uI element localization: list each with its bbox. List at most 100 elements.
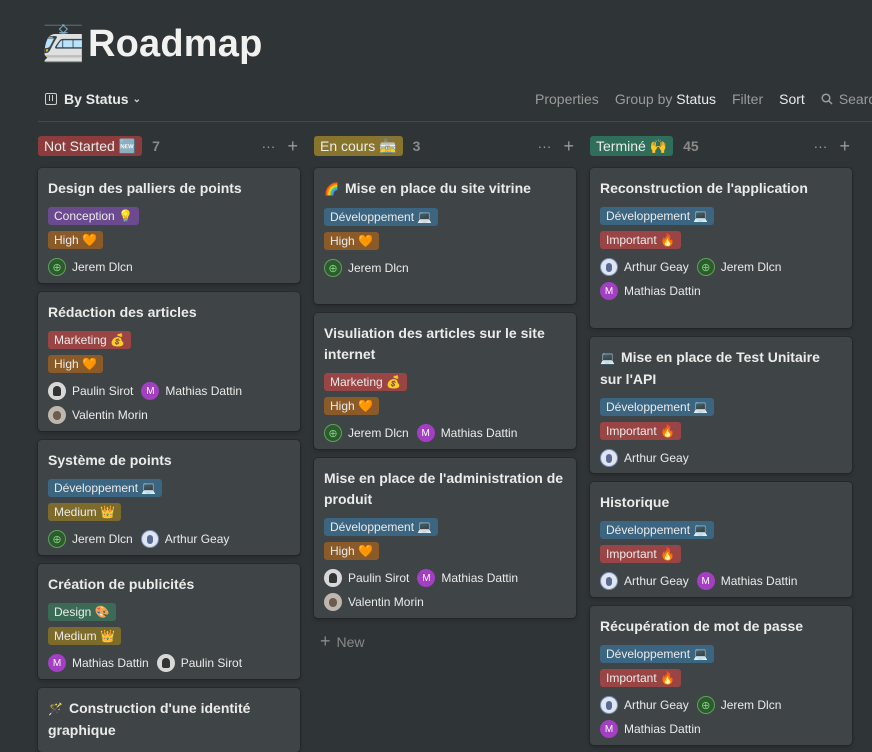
avatar: M	[417, 569, 436, 587]
assignee: M Mathias Dattin	[416, 421, 517, 445]
card-title-text: Système de points	[48, 452, 172, 468]
card[interactable]: Historique Développement 💻 Important 🔥 Arth…	[590, 482, 852, 597]
avatar: M	[600, 720, 618, 738]
card-title: Création de publicités	[48, 574, 290, 595]
assignee: Valentin Morin	[324, 590, 424, 614]
assignee-name: Paulin Sirot	[180, 656, 243, 670]
more-icon[interactable]: ···	[537, 138, 551, 154]
assignee: Paulin Sirot	[156, 651, 243, 675]
assignee: Arthur Geay	[600, 446, 689, 470]
tag-row: Développement 💻	[324, 208, 566, 232]
card[interactable]: Système de points Développement 💻 Medium 👑…	[38, 440, 300, 555]
assignees: Paulin Sirot M Mathias Dattin Valentin Mori…	[324, 566, 566, 614]
assignee-name: Paulin Sirot	[72, 384, 134, 398]
assignees: M Mathias Dattin Paulin Sirot	[48, 651, 290, 675]
column-header: Not Started 🆕 7 ··· +	[38, 134, 300, 158]
search-button[interactable]: Search	[821, 91, 872, 107]
more-icon[interactable]: ···	[261, 138, 275, 154]
tag-row: Développement 💻	[324, 518, 566, 542]
property-tag: Important 🔥	[600, 422, 681, 440]
view-label: By Status	[64, 91, 129, 107]
add-icon[interactable]: +	[563, 136, 574, 157]
card[interactable]: Récupération de mot de passe Développemen…	[590, 606, 852, 745]
assignees: ⊕ Jerem Dlcn	[48, 255, 290, 279]
card[interactable]: 🪄 Construction d'une identité graphique	[38, 688, 300, 752]
assignee: ⊕ Jerem Dlcn	[48, 527, 133, 551]
sort-button[interactable]: Sort	[779, 91, 805, 107]
card[interactable]: Rédaction des articles Marketing 💰 High 🧡 P…	[38, 292, 300, 431]
card-title: Visuliation des articles sur le site int…	[324, 323, 566, 365]
card-emoji-icon: 🌈	[324, 182, 339, 196]
card-title-text: Mise en place du site vitrine	[344, 180, 531, 196]
assignee-name: Valentin Morin	[348, 595, 424, 609]
avatar: M	[141, 382, 160, 400]
property-tag: Développement 💻	[48, 479, 163, 497]
assignee: Arthur Geay	[600, 569, 689, 593]
assignee-name: Jerem Dlcn	[720, 698, 782, 712]
tag-row: Important 🔥	[600, 231, 842, 255]
card-title-text: Reconstruction de l'application	[600, 180, 808, 196]
card[interactable]: Design des palliers de points Conception …	[38, 168, 300, 283]
column-status-label[interactable]: Not Started 🆕	[38, 136, 143, 156]
avatar	[156, 654, 175, 672]
add-icon[interactable]: +	[287, 136, 298, 157]
property-tag: Développement 💻	[324, 208, 439, 226]
property-tag: Important 🔥	[600, 669, 681, 687]
tag-row: Développement 💻	[600, 645, 842, 669]
column-actions: ··· +	[801, 134, 850, 158]
assignee: ⊕ Jerem Dlcn	[696, 255, 782, 279]
tag-row: High 🧡	[324, 232, 566, 256]
group-by-button[interactable]: Group by Status	[615, 91, 716, 107]
card-title: Historique	[600, 492, 842, 513]
add-icon[interactable]: +	[839, 136, 850, 157]
tag-row: High 🧡	[48, 231, 290, 255]
assignee: Paulin Sirot	[48, 379, 133, 403]
tag-row: Développement 💻	[600, 398, 842, 422]
more-icon[interactable]: ···	[813, 138, 827, 154]
assignees: Arthur Geay M Mathias Dattin	[600, 569, 842, 593]
tag-row: Marketing 💰	[324, 373, 566, 397]
assignee-name: Mathias Dattin	[624, 722, 701, 736]
assignee-name: Jerem Dlcn	[720, 260, 782, 274]
card-title: Rédaction des articles	[48, 302, 290, 323]
plus-icon: +	[320, 631, 331, 651]
filter-button[interactable]: Filter	[732, 91, 763, 107]
assignee: M Mathias Dattin	[600, 717, 701, 741]
properties-button[interactable]: Properties	[535, 91, 599, 107]
column-header: En cours 🚋 3 ··· +	[314, 134, 576, 158]
card[interactable]: 💻 Mise en place de Test Unitaire sur l'AP…	[590, 337, 852, 473]
column-status-label[interactable]: En cours 🚋	[314, 136, 403, 156]
column-count: 3	[412, 138, 421, 154]
assignee-name: Mathias Dattin	[624, 284, 701, 298]
page-icon[interactable]: 🚈	[42, 22, 84, 66]
new-card-button[interactable]: + New	[320, 631, 365, 652]
column-status-label[interactable]: Terminé 🙌	[590, 136, 674, 156]
new-card-label: New	[336, 633, 365, 650]
assignee: Arthur Geay	[600, 693, 689, 717]
tag-row: High 🧡	[324, 397, 566, 421]
card[interactable]: Reconstruction de l'application Développe…	[590, 168, 852, 328]
card-title: 🪄 Construction d'une identité graphique	[48, 698, 290, 741]
toolbar-divider	[38, 121, 872, 122]
board-column: Not Started 🆕 7 ··· + Design des palliers de…	[38, 134, 300, 752]
tag-row: Design 🎨	[48, 603, 290, 627]
tag-row: Développement 💻	[600, 521, 842, 545]
property-tag: High 🧡	[48, 231, 103, 249]
column-actions: ··· +	[249, 134, 298, 158]
card[interactable]: 🌈 Mise en place du site vitrine Développem…	[314, 168, 576, 304]
view-toolbar: By Status ⌄ Properties Group by Status F…	[0, 88, 872, 112]
assignee: Paulin Sirot	[324, 566, 409, 590]
card-title-text: Mise en place de l'administration de pro…	[324, 470, 564, 507]
card[interactable]: Création de publicités Design 🎨 Medium 👑 M M…	[38, 564, 300, 679]
property-tag: Marketing 💰	[48, 331, 131, 349]
column-header: Terminé 🙌 45 ··· +	[590, 134, 852, 158]
board-column: Terminé 🙌 45 ··· + Reconstruction de l'appli…	[590, 134, 852, 745]
card[interactable]: Visuliation des articles sur le site int…	[314, 313, 576, 449]
page-title[interactable]: Roadmap	[88, 23, 263, 66]
assignee: ⊕ Jerem Dlcn	[696, 693, 782, 717]
avatar: M	[416, 424, 435, 442]
property-tag: Medium 👑	[48, 503, 121, 521]
view-switcher[interactable]: By Status ⌄	[45, 91, 141, 107]
assignee-name: Jerem Dlcn	[72, 260, 133, 274]
card[interactable]: Mise en place de l'administration de pro…	[314, 458, 576, 618]
